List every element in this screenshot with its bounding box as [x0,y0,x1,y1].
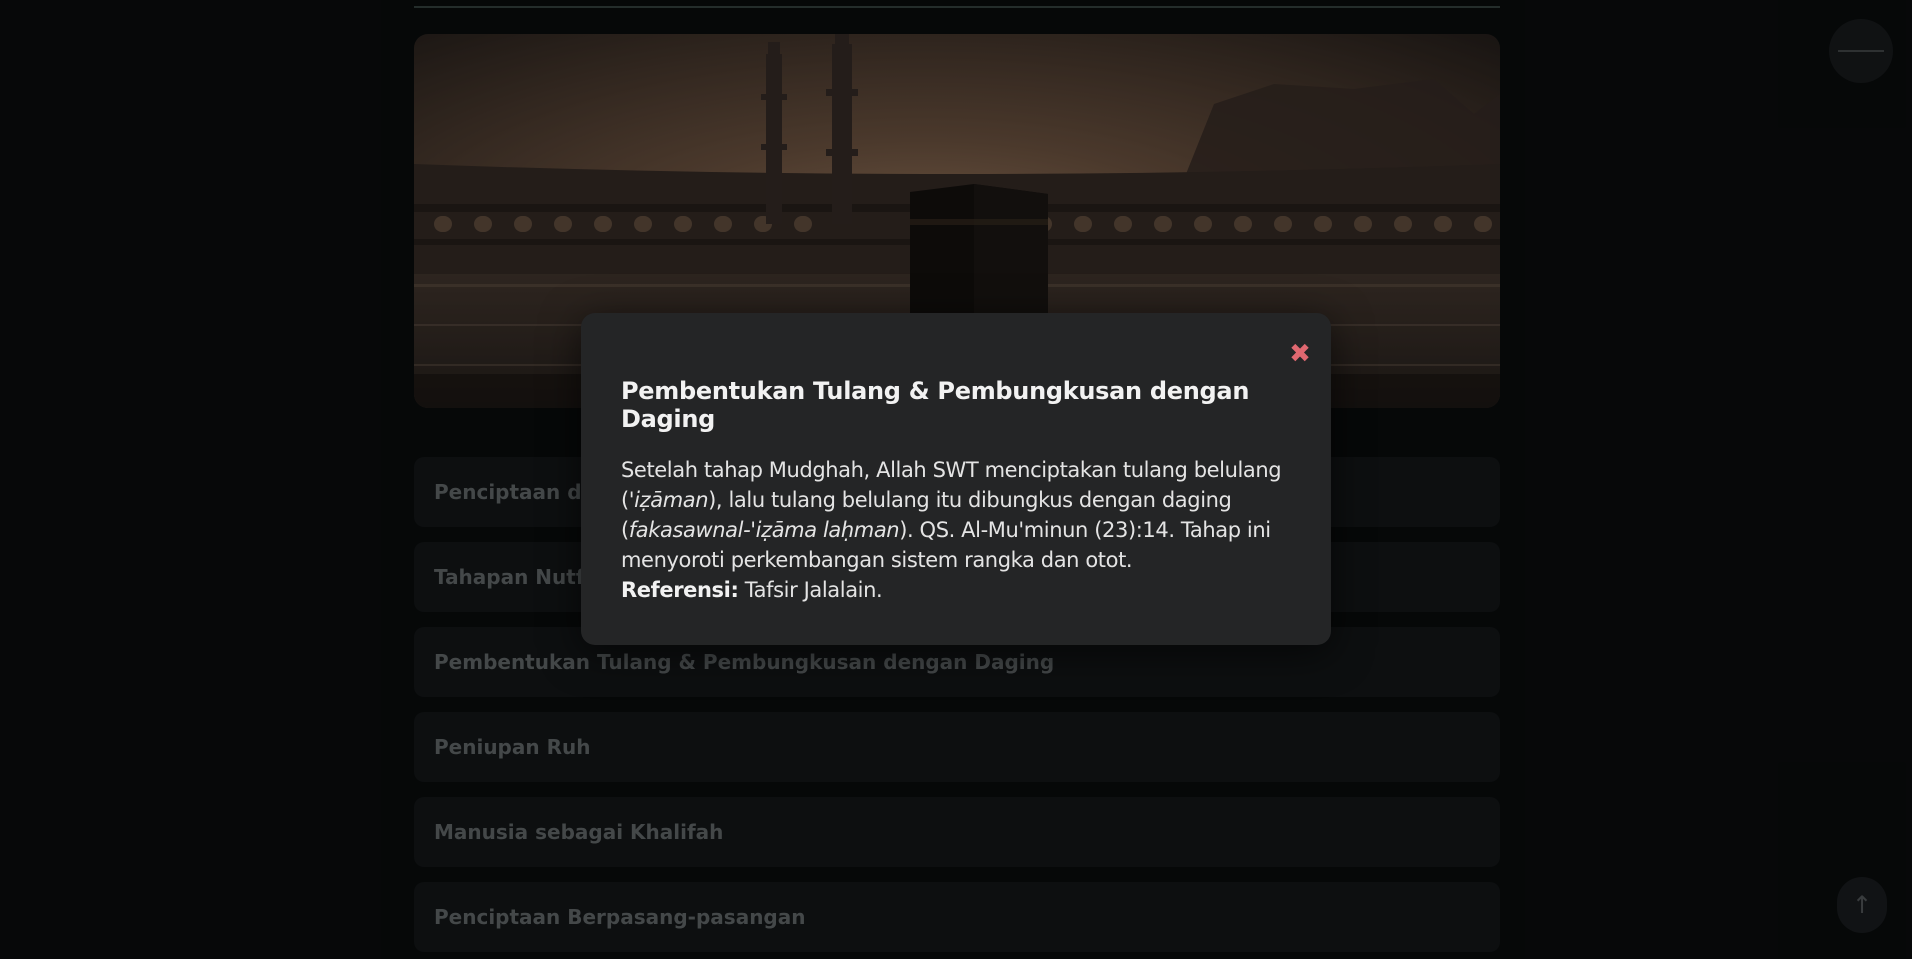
arabic-term: fakasawnal-'iẓāma laḥman [628,518,900,542]
page: Penciptaan dari Tanah Tahapan Nutfah, Al… [0,0,1912,959]
reference-value: Tafsir Jalalain. [738,578,883,602]
arabic-term: 'iẓāman [628,488,709,512]
modal-title: Pembentukan Tulang & Pembungkusan dengan… [621,377,1250,433]
info-modal: Pembentukan Tulang & Pembungkusan dengan… [581,313,1331,645]
close-icon[interactable]: ✖ [1288,341,1312,367]
reference-label: Referensi: [621,578,739,602]
modal-body: Setelah tahap Mudghah, Allah SWT mencipt… [621,455,1291,605]
